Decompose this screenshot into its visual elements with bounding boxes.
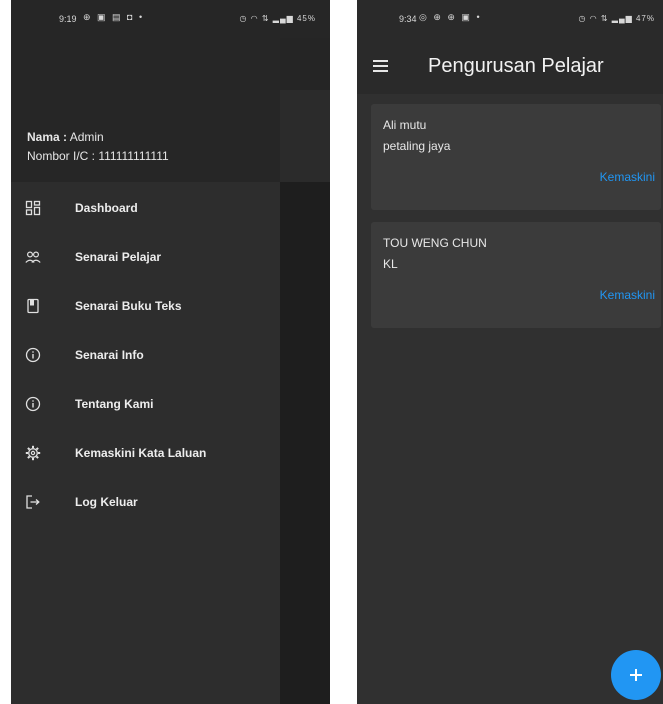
page-title: Pengurusan Pelajar bbox=[428, 55, 604, 77]
people-icon bbox=[25, 251, 41, 263]
info-icon bbox=[25, 347, 41, 363]
app-bar: Pengurusan Pelajar bbox=[357, 38, 663, 94]
menu-item-senarai-buku-teks[interactable]: Senarai Buku Teks bbox=[11, 284, 280, 333]
student-name: TOU WENG CHUN bbox=[383, 236, 487, 250]
gear-icon bbox=[25, 445, 41, 461]
logout-icon bbox=[26, 495, 40, 509]
kemaskini-button[interactable]: Kemaskini bbox=[600, 288, 655, 302]
status-time: 9:34 bbox=[399, 14, 417, 24]
menu-item-label: Log Keluar bbox=[75, 495, 138, 509]
menu-item-senarai-info[interactable]: Senarai Info bbox=[11, 333, 280, 382]
drawer-menu: Dashboard Senarai Pelajar Senarai Buku T… bbox=[11, 186, 280, 529]
phone-right-screen: 9:34 ◎ ⊕ ⊕ ▣ • ◷ ◠ ⇅ ▂▄▆ 47% Pengurusan … bbox=[357, 0, 663, 704]
notification-icons: ⊕ ▣ ▤ ◘ • bbox=[83, 12, 145, 22]
menu-item-kemaskini-kata-laluan[interactable]: Kemaskini Kata Laluan bbox=[11, 431, 280, 480]
notification-icons: ◎ ⊕ ⊕ ▣ • bbox=[419, 12, 482, 22]
navigation-drawer: Nama : Admin Nombor I/C : 111111111111 D… bbox=[11, 38, 280, 704]
dashboard-icon bbox=[25, 200, 41, 216]
menu-item-senarai-pelajar[interactable]: Senarai Pelajar bbox=[11, 235, 280, 284]
menu-item-label: Kemaskini Kata Laluan bbox=[75, 446, 207, 460]
scrim-card bbox=[280, 90, 330, 182]
menu-item-label: Senarai Info bbox=[75, 348, 144, 362]
info-icon bbox=[25, 396, 41, 412]
ic-value: 111111111111 bbox=[98, 149, 169, 163]
menu-item-label: Senarai Pelajar bbox=[75, 250, 162, 264]
system-status-icons: ◷ ◠ ⇅ ▂▄▆ 47% bbox=[578, 14, 655, 23]
menu-item-dashboard[interactable]: Dashboard bbox=[11, 186, 280, 235]
drawer-header: Nama : Admin Nombor I/C : 111111111111 bbox=[11, 38, 280, 182]
status-time: 9:19 bbox=[59, 14, 77, 24]
student-name: Ali mutu bbox=[383, 118, 427, 132]
name-label: Nama : bbox=[27, 130, 68, 144]
user-ic-line: Nombor I/C : 111111111111 bbox=[27, 149, 169, 163]
status-bar: 9:34 ◎ ⊕ ⊕ ▣ • ◷ ◠ ⇅ ▂▄▆ 47% bbox=[357, 0, 663, 38]
menu-item-label: Senarai Buku Teks bbox=[75, 299, 182, 313]
system-status-icons: ◷ ◠ ⇅ ▂▄▆ 45% bbox=[239, 14, 316, 23]
plus-icon bbox=[630, 669, 642, 681]
user-name-line: Nama : Admin bbox=[27, 130, 104, 144]
scrim-app-bar bbox=[280, 38, 330, 90]
menu-item-label: Tentang Kami bbox=[75, 397, 154, 411]
menu-item-tentang-kami[interactable]: Tentang Kami bbox=[11, 382, 280, 431]
student-card: Ali mutu petaling jaya Kemaskini bbox=[371, 104, 661, 210]
student-card: TOU WENG CHUN KL Kemaskini bbox=[371, 222, 661, 328]
menu-item-label: Dashboard bbox=[75, 201, 138, 215]
menu-item-log-keluar[interactable]: Log Keluar bbox=[11, 480, 280, 529]
ic-label: Nombor I/C : bbox=[27, 149, 96, 163]
kemaskini-button[interactable]: Kemaskini bbox=[600, 170, 655, 184]
add-student-button[interactable] bbox=[611, 650, 661, 700]
student-location: petaling jaya bbox=[383, 139, 451, 153]
status-bar: 9:19 ⊕ ▣ ▤ ◘ • ◷ ◠ ⇅ ▂▄▆ 45% bbox=[11, 0, 330, 38]
book-icon bbox=[27, 298, 39, 314]
hamburger-icon[interactable] bbox=[371, 56, 391, 76]
phone-left-screen: 9:19 ⊕ ▣ ▤ ◘ • ◷ ◠ ⇅ ▂▄▆ 45% Nama : Admi… bbox=[11, 0, 330, 704]
name-value: Admin bbox=[69, 130, 104, 144]
student-location: KL bbox=[383, 257, 398, 271]
